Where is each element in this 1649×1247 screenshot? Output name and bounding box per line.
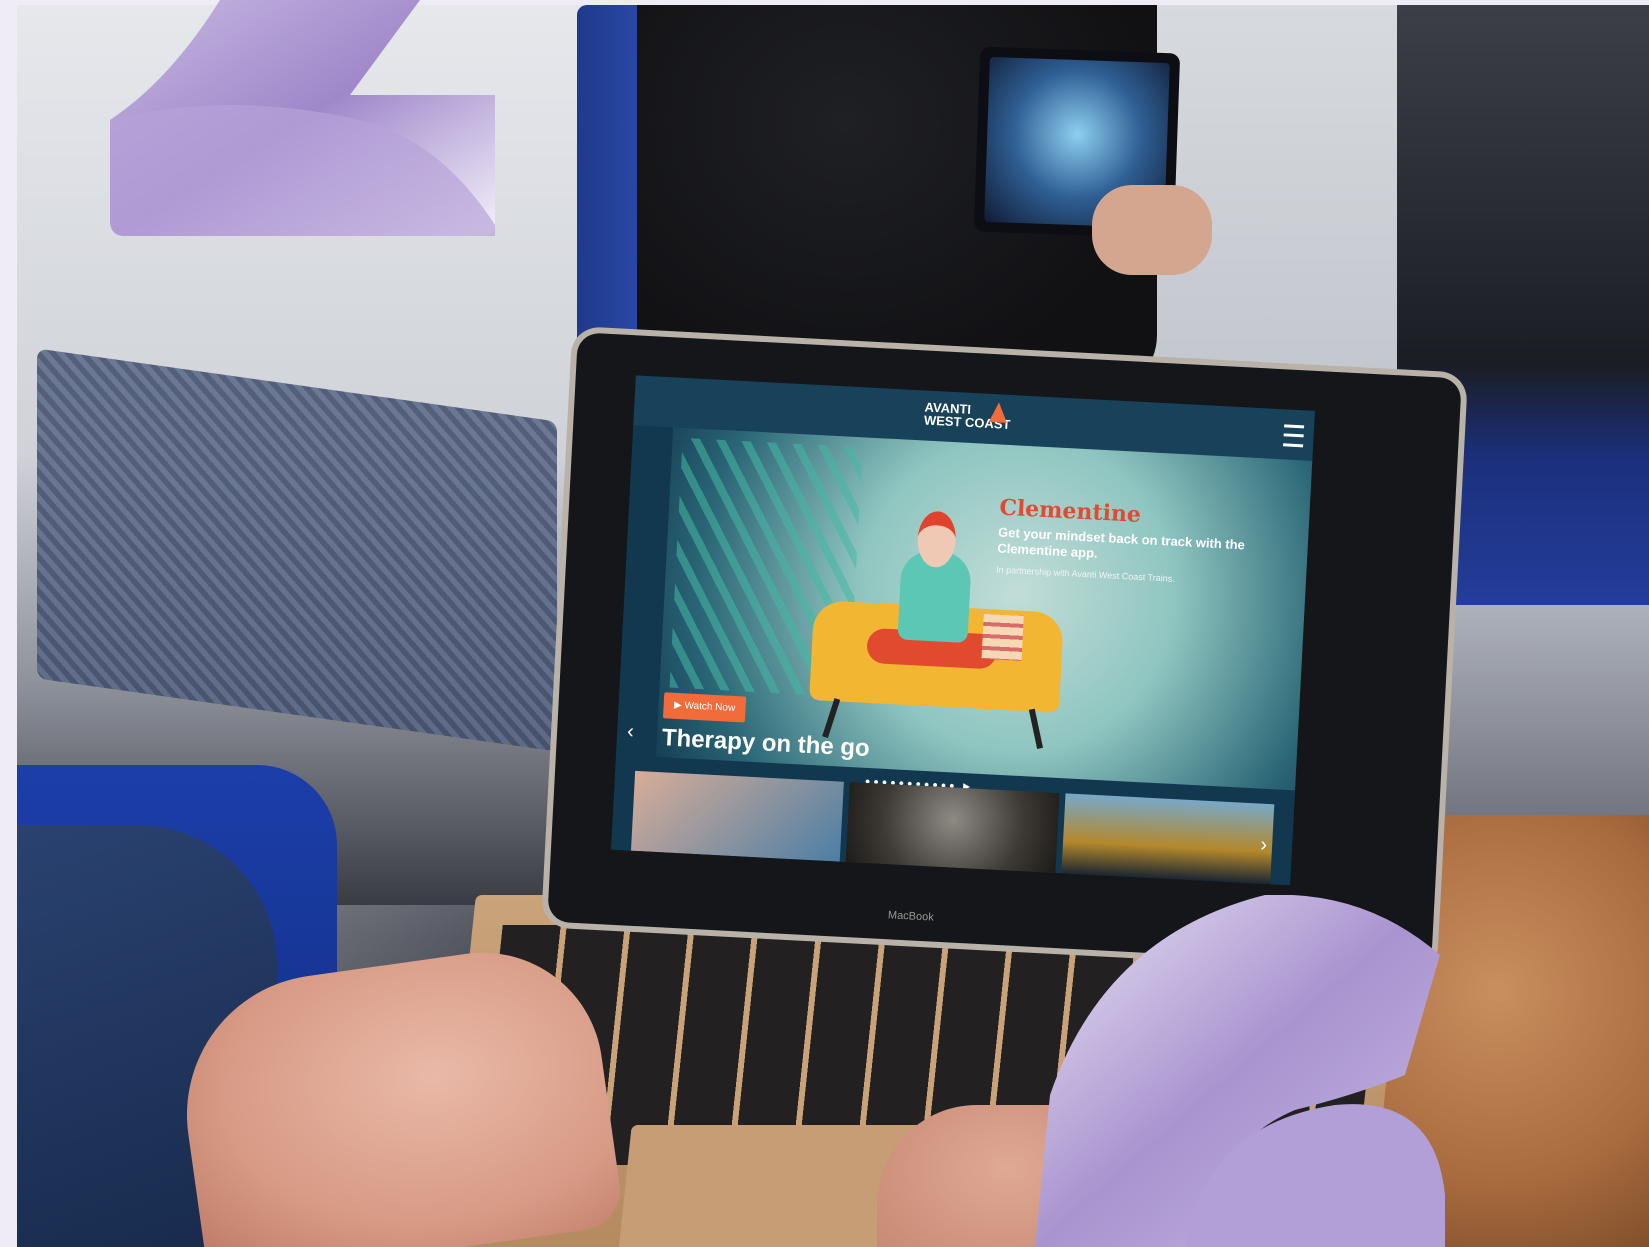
background-hand xyxy=(1092,185,1212,275)
hero-subtitle: Get your mindset back on track with the … xyxy=(996,524,1246,561)
hero-title: Clementine xyxy=(998,494,1142,528)
brand-triangle-icon xyxy=(988,401,1008,423)
hero-banner[interactable]: Clementine Get your mindset back on trac… xyxy=(655,427,1313,791)
carousel-prev-arrow[interactable]: ‹ xyxy=(627,720,635,743)
books-stack xyxy=(981,613,1024,661)
thumbnail-wizard[interactable] xyxy=(846,782,1060,873)
hero-headline: Therapy on the go xyxy=(661,724,871,763)
thumbnail-man[interactable] xyxy=(1061,793,1275,885)
watch-now-button[interactable]: ▶ Watch Now xyxy=(662,692,747,723)
decorative-lavender-shape-bottom xyxy=(1035,895,1445,1247)
thumbnail-phone[interactable] xyxy=(630,770,845,862)
carousel-next-arrow[interactable]: › xyxy=(1260,834,1268,857)
hamburger-menu-icon[interactable] xyxy=(1283,424,1305,448)
macbook-label: MacBook xyxy=(887,909,935,924)
couch-leg xyxy=(1028,708,1044,749)
laptop-lid: AVANTI WEST COAST Clementine Get your mi… xyxy=(547,332,1462,968)
thumbnail-row xyxy=(630,770,1275,885)
hero-note: In partnership with Avanti West Coast Tr… xyxy=(995,564,1175,584)
decorative-lavender-shape-top xyxy=(110,0,495,236)
laptop-screen: AVANTI WEST COAST Clementine Get your mi… xyxy=(611,375,1315,886)
